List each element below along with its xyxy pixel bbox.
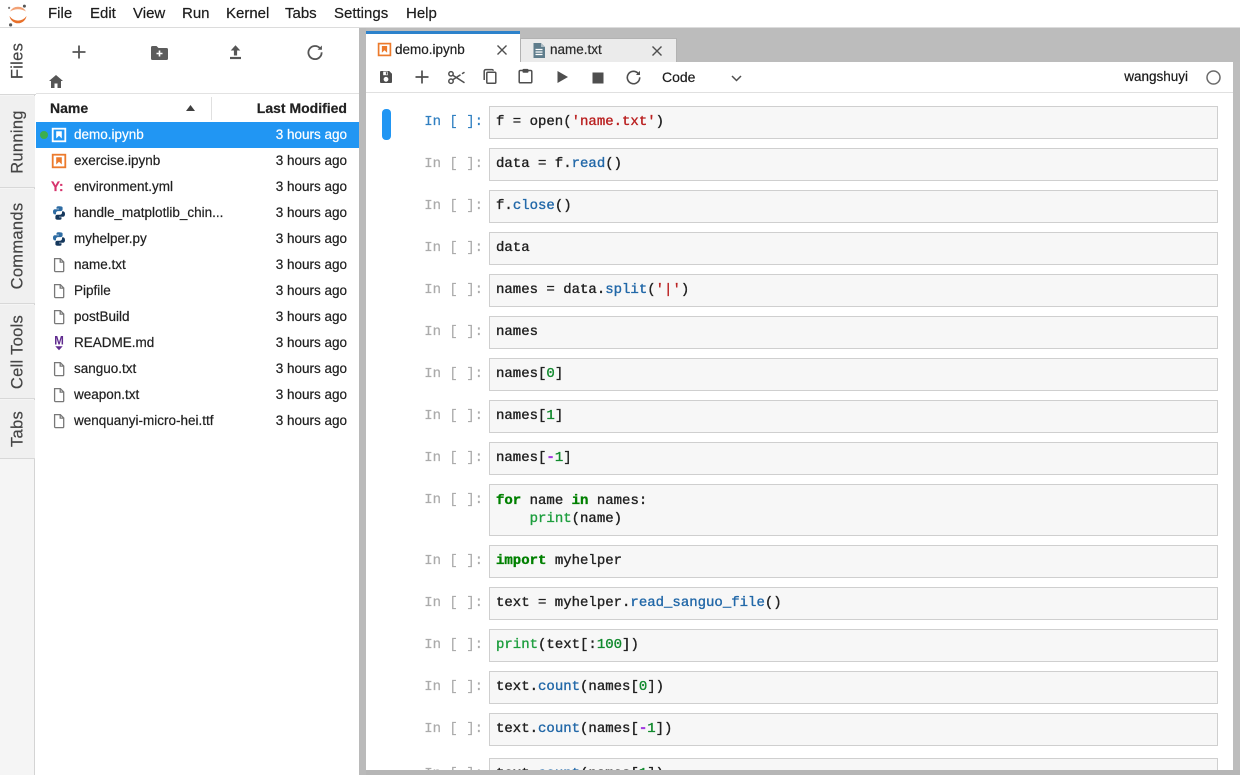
svg-text:M: M bbox=[54, 336, 64, 348]
